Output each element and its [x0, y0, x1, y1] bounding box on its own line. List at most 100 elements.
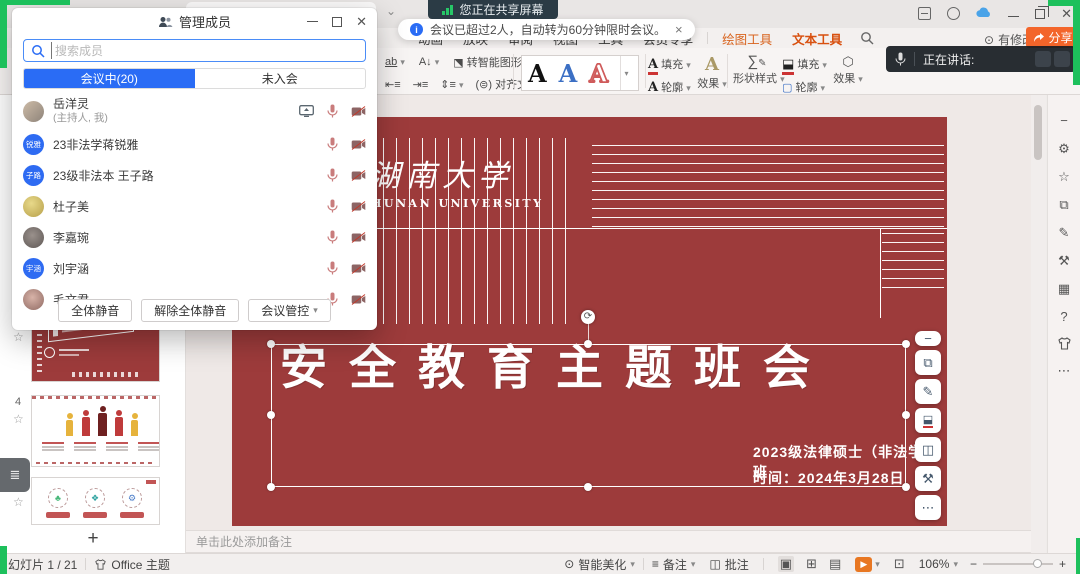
member-row[interactable]: 子路 23级非法本 王子路: [23, 161, 366, 189]
collapse-toolbar-button[interactable]: −: [915, 331, 941, 346]
screen-share-icon[interactable]: [299, 105, 314, 117]
zoom-level[interactable]: 106% ▾: [919, 557, 958, 571]
slide-thumbnail-4[interactable]: [31, 395, 160, 467]
smart-beautify-button[interactable]: ⊙ 智能美化 ▾: [564, 556, 635, 573]
member-row[interactable]: 李嘉琬: [23, 223, 366, 251]
minimize-icon[interactable]: [1008, 16, 1019, 17]
member-row[interactable]: 锐雅 23非法学蒋锐雅: [23, 130, 366, 158]
line-spacing-decrease-icon[interactable]: ⇤≡: [385, 78, 401, 91]
collapsed-panel-tab[interactable]: ≣: [0, 458, 30, 492]
microphone-icon[interactable]: [327, 261, 338, 275]
mute-all-button[interactable]: 全体静音: [58, 299, 132, 322]
resize-handle-ne[interactable]: [902, 340, 910, 348]
member-row[interactable]: 杜子美: [23, 192, 366, 220]
toast-close-icon[interactable]: ×: [675, 22, 683, 37]
resize-handle-se[interactable]: [902, 483, 910, 491]
selection-box[interactable]: [271, 344, 906, 487]
dialog-close-icon[interactable]: ✕: [356, 15, 367, 28]
vertical-scrollbar[interactable]: [1031, 95, 1046, 553]
microphone-icon[interactable]: [327, 137, 338, 151]
skin-theme-icon[interactable]: [1057, 337, 1072, 350]
shape-style-button[interactable]: 形状样式 ▾: [733, 73, 785, 85]
tools-icon[interactable]: ⚒: [1058, 253, 1070, 268]
chevron-down-icon[interactable]: ⌄: [386, 4, 396, 18]
wordart-preset-black[interactable]: A: [528, 59, 547, 88]
favorite-star-icon[interactable]: ☆: [13, 330, 24, 344]
theme-indicator[interactable]: Office 主题: [94, 556, 169, 573]
add-slide-button[interactable]: +: [78, 528, 108, 550]
comments-button[interactable]: ◫ 批注: [709, 556, 748, 573]
shape-outline-button[interactable]: ▢ 轮廓 ▾: [782, 79, 827, 95]
slideshow-play-button[interactable]: ▶: [855, 557, 872, 572]
share-button[interactable]: 分享: [1026, 27, 1080, 48]
camera-icon[interactable]: [351, 170, 366, 181]
notes-button[interactable]: ≡ 备注 ▾: [652, 556, 696, 573]
microphone-icon[interactable]: [327, 104, 338, 118]
shapes-panel-icon[interactable]: ⧉: [1059, 197, 1068, 212]
favorite-star-icon[interactable]: ☆: [13, 495, 24, 509]
scrollbar-thumb[interactable]: [1034, 105, 1042, 160]
wordart-preset-blue[interactable]: A: [559, 59, 578, 88]
wordart-gallery[interactable]: A A A ▾: [521, 55, 639, 91]
layout-panel-icon[interactable]: ▦: [1058, 281, 1070, 296]
line-spacing-button[interactable]: ⇕≡ ▾: [440, 78, 463, 91]
format-painter-button[interactable]: ⬓: [915, 408, 941, 433]
camera-icon[interactable]: [351, 232, 366, 243]
slide-sorter-view-button[interactable]: ⊞: [806, 556, 817, 572]
dialog-minimize-icon[interactable]: [307, 21, 318, 22]
properties-icon[interactable]: ⚙: [1058, 141, 1070, 156]
zoom-in-button[interactable]: +: [1059, 557, 1066, 571]
reading-view-button[interactable]: ▤: [829, 556, 841, 572]
char-spacing-button[interactable]: ab ▾: [385, 56, 405, 68]
resize-handle-sw[interactable]: [267, 483, 275, 491]
edit-pen-button[interactable]: ✎: [915, 379, 941, 404]
close-icon[interactable]: ✕: [1061, 7, 1072, 20]
text-effect-button[interactable]: 效果 ▾: [697, 78, 727, 90]
text-direction-button[interactable]: A↓ ▾: [419, 56, 439, 68]
cloud-sync-icon[interactable]: [976, 7, 992, 19]
camera-icon[interactable]: [351, 106, 366, 117]
resize-handle-w[interactable]: [267, 411, 275, 419]
line-spacing-increase-icon[interactable]: ⇥≡: [413, 78, 429, 91]
normal-view-button[interactable]: ▣: [778, 556, 794, 572]
layer-button[interactable]: ⧉: [915, 350, 941, 375]
microphone-icon[interactable]: [327, 168, 338, 182]
help-icon[interactable]: ?: [1060, 309, 1067, 324]
resize-handle-e[interactable]: [902, 411, 910, 419]
tab-text-tools[interactable]: 文本工具: [782, 29, 852, 48]
wordart-more-icon[interactable]: ▾: [620, 56, 632, 90]
layout-icon[interactable]: [918, 7, 931, 20]
collapse-panel-icon[interactable]: −: [1060, 113, 1068, 128]
camera-icon[interactable]: [351, 263, 366, 274]
more-tools-button[interactable]: ⋯: [915, 495, 941, 520]
member-row[interactable]: 岳洋灵 (主持人, 我): [23, 94, 366, 128]
resize-handle-n[interactable]: [584, 340, 592, 348]
shape-fill-button[interactable]: ⬓ 填充 ▾: [782, 56, 827, 72]
rotate-handle[interactable]: ⟳: [581, 310, 595, 324]
text-fill-button[interactable]: A 填充 ▾: [648, 56, 691, 72]
play-options-icon[interactable]: ▾: [875, 559, 880, 570]
resize-handle-nw[interactable]: [267, 340, 275, 348]
zoom-out-button[interactable]: −: [970, 557, 977, 571]
favorites-icon[interactable]: ☆: [1058, 169, 1070, 184]
member-search-input[interactable]: 搜索成员: [23, 39, 366, 62]
crop-frame-button[interactable]: ◫: [915, 437, 941, 462]
tab-drawing-tools[interactable]: 绘图工具: [712, 29, 782, 48]
globe-icon[interactable]: [947, 7, 960, 20]
microphone-icon[interactable]: [327, 230, 338, 244]
quick-tools-button[interactable]: ⚒: [915, 466, 941, 491]
annotate-icon[interactable]: ✎: [1059, 225, 1070, 240]
search-icon[interactable]: [860, 31, 874, 45]
zoom-slider[interactable]: [983, 563, 1053, 565]
notes-bar[interactable]: 单击此处添加备注: [186, 530, 1031, 553]
camera-icon[interactable]: [351, 139, 366, 150]
camera-icon[interactable]: [351, 201, 366, 212]
dialog-maximize-icon[interactable]: [332, 17, 342, 27]
text-outline-button[interactable]: A 轮廓 ▾: [648, 79, 691, 95]
wordart-preset-red-outline[interactable]: A: [589, 59, 608, 88]
slide-thumbnail-5[interactable]: ♣ ❖ ⚙: [31, 477, 160, 525]
microphone-icon[interactable]: [327, 199, 338, 213]
tab-in-meeting[interactable]: 会议中(20): [24, 69, 195, 88]
zoom-slider-thumb[interactable]: [1033, 559, 1042, 568]
member-row[interactable]: 宇涵 刘宇涵: [23, 254, 366, 282]
